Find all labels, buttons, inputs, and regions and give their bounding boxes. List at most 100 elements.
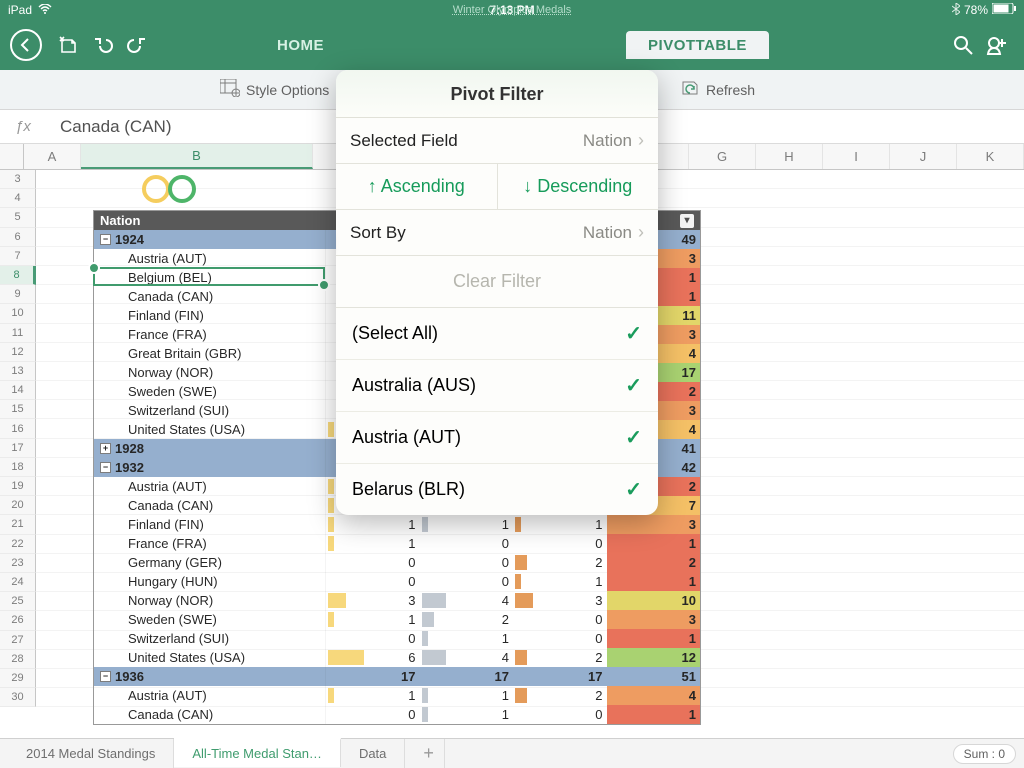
row-header[interactable]: 23 — [0, 554, 36, 573]
sort-by-row[interactable]: Sort By Nation › — [336, 210, 658, 256]
row-header[interactable]: 8 — [0, 266, 36, 285]
pivot-filter-popover: Pivot Filter Selected Field Nation› ↑ As… — [336, 70, 658, 515]
row-header[interactable]: 17 — [0, 439, 36, 458]
row-header[interactable]: 24 — [0, 573, 36, 592]
row-header[interactable]: 13 — [0, 362, 36, 381]
style-options-button[interactable]: Style Options — [220, 79, 329, 100]
app-toolbar: Winter Olympics Medals HOME PIVOTTABLE — [0, 20, 1024, 70]
row-header[interactable]: 21 — [0, 515, 36, 534]
ribbon-tabs: HOME PIVOTTABLE — [0, 31, 1024, 59]
sort-descending-button[interactable]: ↓ Descending — [497, 164, 659, 209]
add-sheet-button[interactable]: + — [405, 739, 445, 768]
nation-label: Norway (NOR) — [128, 365, 213, 380]
nation-label: Norway (NOR) — [128, 593, 213, 608]
sheet-tab-1[interactable]: 2014 Medal Standings — [8, 739, 174, 768]
pivot-data-row[interactable]: Sweden (SWE)1203 — [94, 610, 700, 629]
row-header[interactable]: 29 — [0, 669, 36, 688]
sheet-tab-2[interactable]: All-Time Medal Stan… — [174, 738, 341, 767]
filter-item[interactable]: Australia (AUS) ✓ — [336, 359, 658, 411]
pivot-field-header: Nation — [100, 213, 140, 228]
row-header[interactable]: 9 — [0, 285, 36, 304]
sheet-tab-3[interactable]: Data — [341, 739, 405, 768]
selected-field-row[interactable]: Selected Field Nation› — [336, 118, 658, 164]
column-header-G[interactable]: G — [689, 144, 756, 169]
row-header[interactable]: 18 — [0, 458, 36, 477]
selection-handle-br[interactable] — [318, 279, 330, 291]
tab-pivottable[interactable]: PIVOTTABLE — [626, 31, 769, 59]
nation-label: Austria (AUT) — [128, 479, 207, 494]
filter-item[interactable]: (Select All)✓ — [336, 308, 658, 359]
selected-field-value: Nation — [583, 131, 632, 151]
pivot-data-row[interactable]: Finland (FIN)1113 — [94, 515, 700, 534]
select-all-corner[interactable] — [0, 144, 24, 169]
row-header[interactable]: 10 — [0, 304, 36, 323]
cell-selection[interactable] — [93, 267, 325, 286]
nation-label: Great Britain (GBR) — [128, 346, 241, 361]
nation-label: Hungary (HUN) — [128, 574, 218, 589]
row-header[interactable]: 26 — [0, 611, 36, 630]
checkmark-icon: ✓ — [625, 373, 642, 398]
row-header[interactable]: 6 — [0, 228, 36, 247]
row-header[interactable]: 25 — [0, 592, 36, 611]
nation-label: Sweden (SWE) — [128, 612, 217, 627]
filter-item[interactable]: Austria (AUT)✓ — [336, 411, 658, 463]
tab-home[interactable]: HOME — [255, 31, 346, 59]
nation-label: Canada (CAN) — [128, 289, 213, 304]
pivot-data-row[interactable]: Switzerland (SUI)0101 — [94, 629, 700, 648]
pivot-data-row[interactable]: Austria (AUT)1124 — [94, 686, 700, 705]
row-header[interactable]: 12 — [0, 343, 36, 362]
nation-label: United States (USA) — [128, 650, 245, 665]
filter-item[interactable]: Belarus (BLR)✓ — [336, 463, 658, 515]
year-label: 1932 — [115, 460, 144, 475]
chevron-right-icon: › — [638, 130, 644, 151]
row-header[interactable]: 7 — [0, 247, 36, 266]
popover-title: Pivot Filter — [336, 70, 658, 118]
column-header-K[interactable]: K — [957, 144, 1024, 169]
pivot-year-row[interactable]: −193617171751 — [94, 667, 700, 686]
row-header[interactable]: 20 — [0, 496, 36, 515]
column-header-H[interactable]: H — [756, 144, 823, 169]
nation-label: France (FRA) — [128, 327, 207, 342]
sort-by-label: Sort By — [350, 223, 406, 243]
filter-item-label: (Select All) — [352, 323, 438, 344]
row-header[interactable]: 15 — [0, 400, 36, 419]
pivot-data-row[interactable]: United States (USA)64212 — [94, 648, 700, 667]
sort-by-value: Nation — [583, 223, 632, 243]
filter-icon[interactable]: ▾ — [680, 214, 694, 228]
expand-icon[interactable]: + — [100, 443, 111, 454]
column-header-A[interactable]: A — [24, 144, 81, 169]
row-header[interactable]: 5 — [0, 208, 36, 227]
row-header[interactable]: 11 — [0, 324, 36, 343]
style-options-icon — [220, 79, 240, 100]
collapse-icon[interactable]: − — [100, 462, 111, 473]
nation-label: Sweden (SWE) — [128, 384, 217, 399]
collapse-icon[interactable]: − — [100, 234, 111, 245]
column-header-I[interactable]: I — [823, 144, 890, 169]
row-header[interactable]: 14 — [0, 381, 36, 400]
pivot-data-row[interactable]: Germany (GER)0022 — [94, 553, 700, 572]
row-header[interactable]: 3 — [0, 170, 36, 189]
pivot-data-row[interactable]: Norway (NOR)34310 — [94, 591, 700, 610]
pivot-data-row[interactable]: France (FRA)1001 — [94, 534, 700, 553]
row-header[interactable]: 4 — [0, 189, 36, 208]
row-header[interactable]: 28 — [0, 650, 36, 669]
ascending-label: Ascending — [381, 176, 465, 196]
refresh-icon — [680, 79, 700, 100]
row-header[interactable]: 27 — [0, 631, 36, 650]
refresh-button[interactable]: Refresh — [680, 79, 755, 100]
year-label: 1924 — [115, 232, 144, 247]
chevron-right-icon: › — [638, 222, 644, 243]
sort-ascending-button[interactable]: ↑ Ascending — [336, 164, 497, 209]
filter-item-label: Australia (AUS) — [352, 375, 476, 396]
column-header-B[interactable]: B — [81, 144, 313, 169]
collapse-icon[interactable]: − — [100, 671, 111, 682]
row-header[interactable]: 19 — [0, 477, 36, 496]
pivot-data-row[interactable]: Hungary (HUN)0011 — [94, 572, 700, 591]
row-header[interactable]: 30 — [0, 688, 36, 707]
clear-filter-button[interactable]: Clear Filter — [336, 256, 658, 308]
selection-handle-tl[interactable] — [88, 262, 100, 274]
row-header[interactable]: 16 — [0, 419, 36, 438]
column-header-J[interactable]: J — [890, 144, 957, 169]
row-header[interactable]: 22 — [0, 535, 36, 554]
pivot-data-row[interactable]: Canada (CAN)0101 — [94, 705, 700, 724]
